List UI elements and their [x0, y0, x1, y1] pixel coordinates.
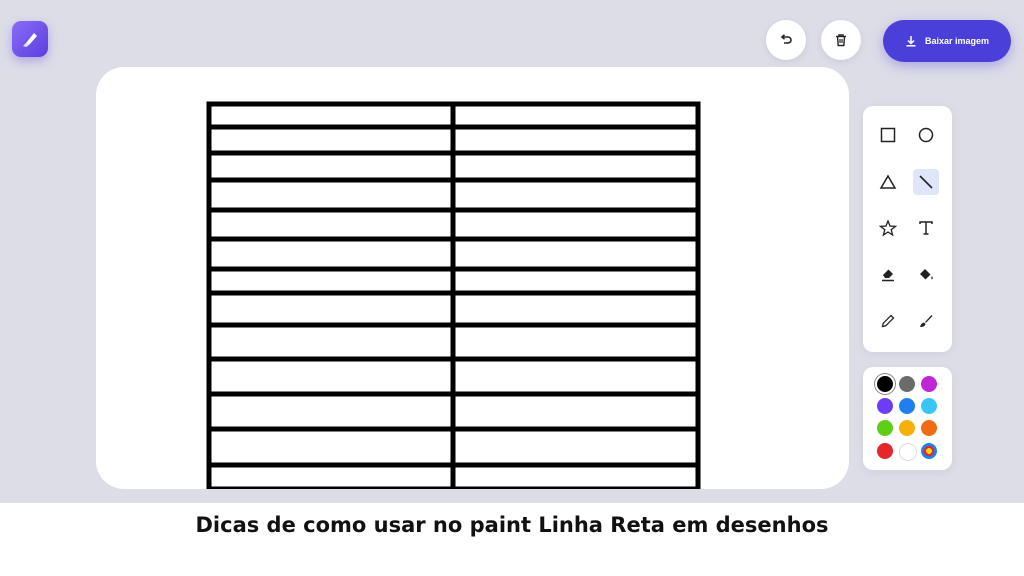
- color-swatch[interactable]: [899, 420, 915, 436]
- fill-tool[interactable]: [913, 261, 939, 287]
- eraser-tool[interactable]: [875, 261, 901, 287]
- app-logo: [12, 21, 48, 57]
- line-tool[interactable]: [913, 169, 939, 195]
- square-tool[interactable]: [875, 122, 901, 148]
- pencil-tool[interactable]: [875, 308, 901, 334]
- delete-button[interactable]: [821, 20, 861, 60]
- color-swatch[interactable]: [921, 443, 937, 459]
- drawing-canvas[interactable]: [96, 67, 849, 489]
- color-swatch[interactable]: [921, 420, 937, 436]
- color-swatch[interactable]: [877, 398, 893, 414]
- color-swatch[interactable]: [899, 443, 917, 461]
- text-icon: [919, 221, 933, 235]
- caption-title: Dicas de como usar no paint Linha Reta e…: [195, 513, 829, 537]
- star-tool[interactable]: [875, 215, 901, 241]
- download-image-button[interactable]: Baixar imagem: [883, 20, 1011, 62]
- eraser-icon: [882, 269, 894, 282]
- paint-app: Baixar imagem: [0, 0, 1024, 503]
- color-swatch[interactable]: [877, 443, 893, 459]
- color-swatch[interactable]: [877, 420, 893, 436]
- brush-icon: [920, 315, 933, 327]
- pencil-icon: [881, 314, 895, 328]
- drawing-table: [206, 101, 701, 489]
- triangle-tool[interactable]: [875, 169, 901, 195]
- color-swatch[interactable]: [899, 398, 915, 414]
- color-swatch[interactable]: [921, 398, 937, 414]
- triangle-icon: [879, 174, 897, 189]
- undo-button[interactable]: [766, 20, 806, 60]
- undo-icon: [780, 34, 792, 44]
- color-swatch[interactable]: [877, 376, 893, 392]
- brush-logo-icon: [23, 33, 37, 47]
- color-swatch[interactable]: [899, 376, 915, 392]
- color-swatch[interactable]: [921, 376, 937, 392]
- download-button-label: Baixar imagem: [924, 36, 990, 46]
- color-palette: [863, 367, 952, 470]
- tools-panel: [863, 106, 952, 352]
- circle-tool[interactable]: [913, 122, 939, 148]
- trash-icon: [836, 34, 846, 47]
- square-icon: [880, 127, 896, 143]
- brush-tool[interactable]: [913, 308, 939, 334]
- fill-bucket-icon: [920, 269, 933, 280]
- star-icon: [879, 219, 897, 237]
- text-tool[interactable]: [913, 215, 939, 241]
- circle-icon: [918, 127, 934, 143]
- line-icon: [919, 175, 933, 189]
- download-icon: [906, 36, 916, 47]
